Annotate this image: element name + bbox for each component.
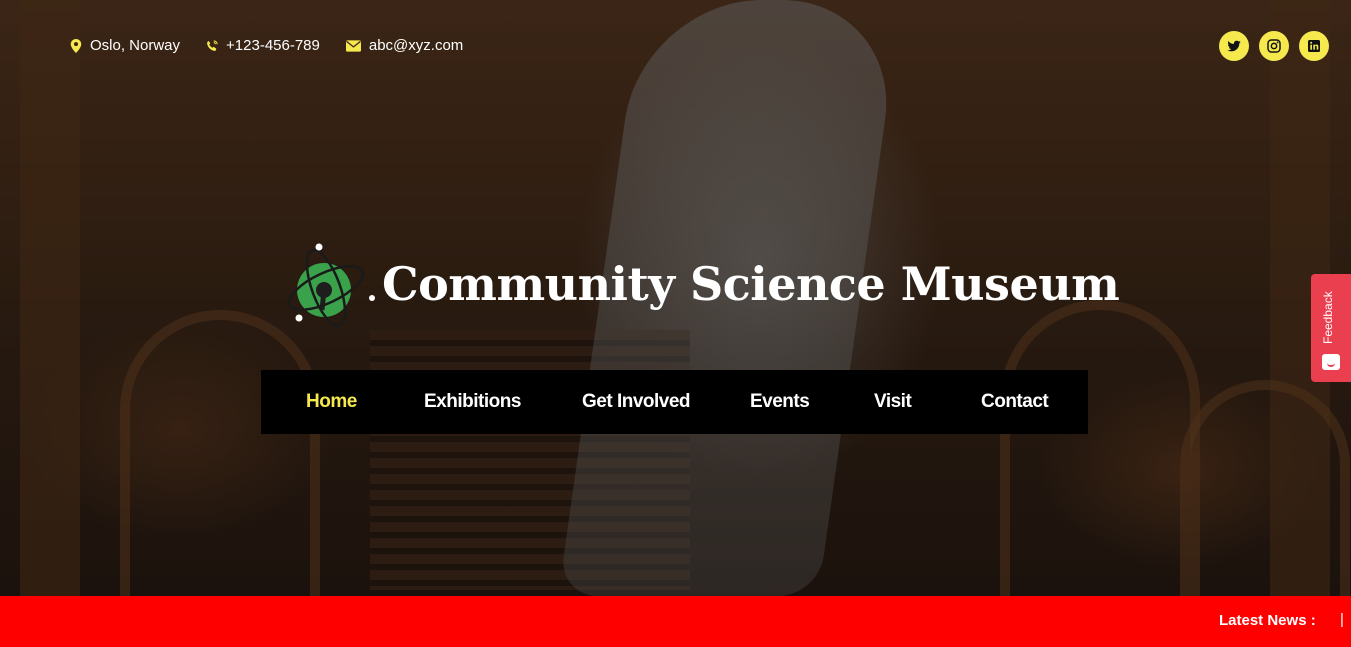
nav-item-events[interactable]: Events xyxy=(750,391,810,413)
location-item: Oslo, Norway xyxy=(70,37,180,54)
feedback-label: Feedback xyxy=(1321,291,1335,344)
news-ticker: Latest News : | xyxy=(0,596,1351,647)
nav-item-visit[interactable]: Visit xyxy=(874,391,912,413)
ticker-separator: | xyxy=(1340,611,1344,628)
site-title: Community Science Museum xyxy=(382,257,1120,311)
email-item: abc@xyz.com xyxy=(345,37,463,54)
instagram-icon xyxy=(1266,38,1282,54)
nav-item-contact[interactable]: Contact xyxy=(981,391,1049,413)
twitter-link[interactable] xyxy=(1219,31,1249,61)
nav-item-exhibitions[interactable]: Exhibitions xyxy=(424,391,521,413)
phone-item: +123-456-789 xyxy=(206,37,320,54)
atom-logo-icon xyxy=(287,236,376,332)
phone-icon xyxy=(206,39,218,53)
linkedin-icon xyxy=(1306,38,1322,54)
envelope-icon xyxy=(345,39,361,52)
location-text: Oslo, Norway xyxy=(90,37,181,54)
twitter-icon xyxy=(1226,38,1242,54)
email-text[interactable]: abc@xyz.com xyxy=(369,37,463,54)
map-pin-icon xyxy=(70,38,82,53)
social-links xyxy=(1219,31,1329,61)
contact-bar: Oslo, Norway +123-456-789 abc@xyz.com xyxy=(70,37,489,54)
site-brand[interactable]: Community Science Museum xyxy=(287,236,1120,332)
smiley-icon xyxy=(1322,354,1340,370)
main-nav: Home Exhibitions Get Involved Events Vis… xyxy=(261,370,1088,434)
nav-item-get-involved[interactable]: Get Involved xyxy=(582,391,691,413)
feedback-tab[interactable]: Feedback xyxy=(1311,274,1351,382)
instagram-link[interactable] xyxy=(1259,31,1289,61)
phone-text[interactable]: +123-456-789 xyxy=(226,37,320,54)
latest-news-label: Latest News : xyxy=(1219,612,1316,629)
linkedin-link[interactable] xyxy=(1299,31,1329,61)
nav-item-home[interactable]: Home xyxy=(306,391,357,413)
